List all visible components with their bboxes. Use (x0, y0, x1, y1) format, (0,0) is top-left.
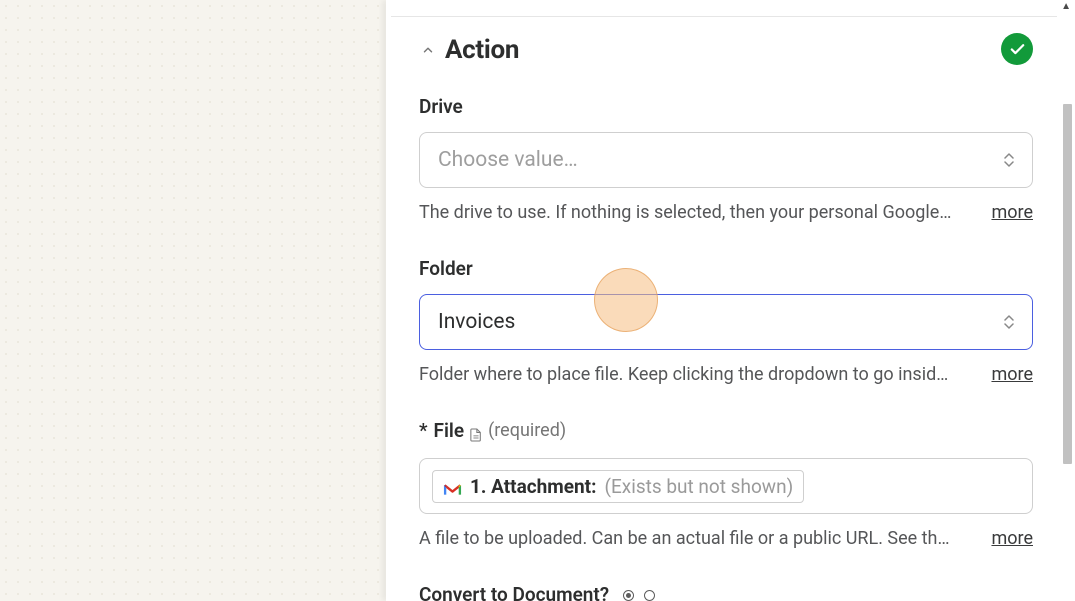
gmail-icon (443, 479, 462, 493)
radio-option-1[interactable] (623, 590, 634, 601)
field-label-convert: Convert to Document? (419, 583, 1033, 601)
token-label: 1. Attachment: (470, 475, 596, 498)
more-link[interactable]: more (991, 202, 1033, 223)
help-text-drive: The drive to use. If nothing is selected… (419, 202, 971, 223)
section-title: Action (445, 35, 519, 65)
required-suffix: (required) (488, 420, 566, 441)
file-icon (470, 424, 482, 438)
field-file: * File (required) (419, 419, 1033, 549)
attachment-token[interactable]: 1. Attachment: (Exists but not shown) (432, 470, 804, 503)
divider (391, 16, 1057, 17)
help-text-file: A file to be uploaded. Can be an actual … (419, 528, 971, 549)
dropdown-value: Invoices (438, 310, 515, 334)
success-check-badge (1001, 33, 1033, 65)
chevron-up-icon[interactable] (419, 41, 437, 59)
scroll-up-arrow[interactable]: ▲ (1061, 2, 1071, 12)
updown-arrows-icon (1004, 315, 1014, 329)
file-label-text: File (434, 419, 465, 442)
radio-option-2[interactable] (644, 590, 655, 601)
field-label-folder: Folder (419, 257, 1033, 280)
field-label-drive: Drive (419, 95, 1033, 118)
field-convert: Convert to Document? (419, 583, 1033, 601)
field-folder: Folder Invoices Folder where to place fi… (419, 257, 1033, 385)
updown-arrows-icon (1004, 153, 1014, 167)
required-asterisk: * (419, 419, 428, 442)
canvas-background (0, 0, 386, 601)
folder-dropdown[interactable]: Invoices (419, 294, 1033, 350)
more-link[interactable]: more (991, 364, 1033, 385)
config-panel: ▲ Action Drive Choose value… (386, 0, 1075, 601)
more-link[interactable]: more (991, 528, 1033, 549)
field-drive: Drive Choose value… The drive to use. If… (419, 95, 1033, 223)
convert-label-text: Convert to Document? (419, 583, 609, 601)
help-text-folder: Folder where to place file. Keep clickin… (419, 364, 971, 385)
token-sublabel: (Exists but not shown) (604, 475, 793, 498)
dropdown-placeholder: Choose value… (438, 148, 578, 172)
field-label-file: * File (required) (419, 419, 1033, 442)
check-icon (1009, 41, 1026, 58)
file-input[interactable]: 1. Attachment: (Exists but not shown) (419, 458, 1033, 514)
drive-dropdown[interactable]: Choose value… (419, 132, 1033, 188)
radio-group (623, 589, 655, 600)
